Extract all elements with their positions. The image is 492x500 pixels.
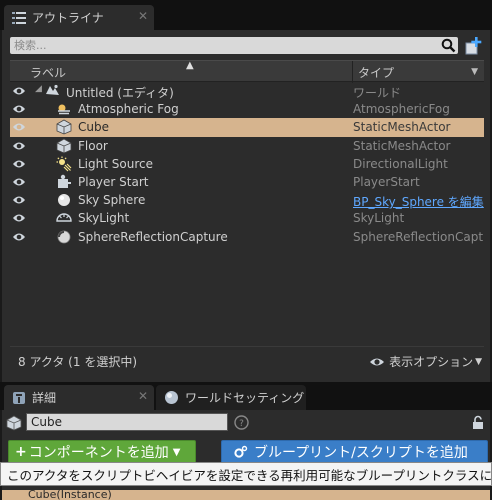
add-actor-icon[interactable] <box>464 36 484 56</box>
visibility-eye-icon[interactable] <box>12 194 26 206</box>
outliner-footer: 8 アクタ (1 を選択中) 表示オプション ▼ <box>10 346 484 372</box>
static-mesh-icon <box>56 119 72 135</box>
view-options-button[interactable]: 表示オプション ▼ <box>369 353 482 370</box>
add-component-label: コンポーネントを追加 <box>28 445 169 461</box>
add-blueprint-button[interactable]: ブループリント/スクリプトを追加 <box>221 440 488 464</box>
search-input[interactable] <box>14 37 434 54</box>
add-blueprint-label: ブループリント/スクリプトを追加 <box>254 445 468 461</box>
globe-icon <box>165 391 178 404</box>
tab-outliner[interactable]: アウトライナ ✕ <box>4 5 154 30</box>
column-type-header[interactable]: タイプ <box>358 64 394 81</box>
outliner-row-type: SkyLight <box>353 211 405 226</box>
tab-outliner-label: アウトライナ <box>32 11 104 25</box>
search-icon[interactable] <box>441 38 456 53</box>
outliner-row-name: Atmospheric Fog <box>78 102 179 117</box>
component-tree-item[interactable]: Cube(Instance) <box>2 490 490 500</box>
outliner-tree: ◢ Untitled (エディタ) ワールド Atmospheric Fog Atmos… <box>10 82 484 246</box>
outliner-row-type: StaticMeshActor <box>353 138 451 153</box>
directional-light-icon <box>56 156 72 172</box>
skylight-icon <box>56 213 72 223</box>
outliner-row[interactable]: Light Source DirectionalLight <box>10 155 484 173</box>
tab-details-label: 詳細 <box>32 391 57 405</box>
outliner-row-name: SkyLight <box>78 211 130 226</box>
outliner-row-name: SphereReflectionCapture <box>78 229 228 244</box>
outliner-row-type: ワールド <box>353 86 402 100</box>
tab-world-settings-label: ワールドセッティング <box>185 391 305 405</box>
column-divider[interactable] <box>352 61 353 83</box>
chevron-down-icon: ▼ <box>475 356 482 367</box>
outliner-row[interactable]: Player Start PlayerStart <box>10 173 484 191</box>
gear-icon <box>234 445 248 458</box>
outliner-panel: ラベル ▲ タイプ ▼ ◢Untitled (エディタ)ワールドAtmosphe… <box>2 30 490 382</box>
visibility-eye-icon[interactable] <box>12 85 26 97</box>
tooltip: このアクタをスクリプトビヘイビアを設定できる再利用可能なブループリントクラスに変… <box>0 462 492 486</box>
outliner-list-icon <box>12 11 26 24</box>
tab-details[interactable]: 詳細 ✕ <box>4 385 154 410</box>
visibility-eye-icon[interactable] <box>12 231 26 243</box>
svg-text:?: ? <box>239 419 244 429</box>
player-start-icon <box>58 174 71 188</box>
add-component-button[interactable]: + コンポーネントを追加 ▼ <box>8 440 196 464</box>
outliner-row-name: Player Start <box>78 174 149 189</box>
visibility-eye-icon[interactable] <box>12 158 26 170</box>
static-mesh-icon <box>6 415 22 431</box>
plus-icon: + <box>15 444 27 460</box>
actor-count: 8 アクタ (1 を選択中) <box>18 355 137 369</box>
outliner-row-name: Cube <box>78 120 109 135</box>
outliner-row[interactable]: Atmospheric Fog AtmosphericFog <box>10 100 484 118</box>
outliner-row-type: StaticMeshActor <box>353 120 451 135</box>
outliner-row-name: Untitled (エディタ) <box>66 86 174 100</box>
actor-name-row: ? <box>2 412 490 434</box>
fog-icon <box>58 104 70 115</box>
outliner-row-type: DirectionalLight <box>353 156 448 171</box>
details-icon <box>13 391 25 404</box>
outliner-row[interactable]: Floor StaticMeshActor <box>10 137 484 155</box>
details-panel: ? + コンポーネントを追加 ▼ ブループリント/スクリプトを追加 Cube(I… <box>2 410 490 500</box>
tooltip-text: このアクタをスクリプトビヘイビアを設定できる再利用可能なブループリントクラスに変… <box>7 467 492 483</box>
outliner-row[interactable]: Sky Sphere BP_Sky_Sphere を編集 <box>10 191 484 209</box>
outliner-row[interactable]: ◢ Untitled (エディタ) ワールド <box>10 82 484 100</box>
tree-expander-icon[interactable]: ◢ <box>35 84 42 94</box>
visibility-eye-icon[interactable] <box>12 212 26 224</box>
reflection-capture-icon <box>57 230 71 243</box>
outliner-row[interactable]: SphereReflectionCapture SphereReflectionC… <box>10 228 484 246</box>
static-mesh-icon <box>56 138 72 153</box>
column-menu-icon[interactable]: ▼ <box>471 67 478 77</box>
edit-blueprint-link[interactable]: BP_Sky_Sphere を編集 <box>353 193 484 210</box>
visibility-eye-icon[interactable] <box>12 140 26 152</box>
close-icon[interactable]: ✕ <box>138 9 148 23</box>
outliner-column-header: ラベル ▲ タイプ ▼ <box>10 60 484 83</box>
close-icon[interactable]: ✕ <box>138 389 148 403</box>
column-label-header[interactable]: ラベル <box>30 64 66 81</box>
outliner-row-name: Light Source <box>78 156 153 171</box>
details-tab-bar: 詳細 ✕ ワールドセッティング <box>0 382 492 410</box>
visibility-eye-icon[interactable] <box>12 103 26 115</box>
sort-ascending-icon: ▲ <box>186 60 194 71</box>
outliner-row-type: PlayerStart <box>353 174 420 189</box>
view-options-label: 表示オプション <box>389 355 474 369</box>
outliner-row-type: SphereReflectionCapture <box>353 229 484 244</box>
eye-icon <box>370 358 385 365</box>
sphere-icon <box>58 194 70 207</box>
outliner-tab-bar: アウトライナ ✕ <box>0 0 492 30</box>
actor-name-input[interactable] <box>26 413 228 431</box>
component-instance-label: Cube(Instance) <box>28 490 112 500</box>
search-box <box>10 37 458 54</box>
outliner-row[interactable]: Cube StaticMeshActor <box>10 118 484 137</box>
visibility-eye-icon[interactable] <box>12 121 26 133</box>
outliner-row-type: AtmosphericFog <box>353 102 450 117</box>
outliner-row-name: Sky Sphere <box>78 193 146 208</box>
help-icon[interactable]: ? <box>234 415 249 430</box>
lock-icon[interactable] <box>472 415 484 430</box>
world-icon <box>46 84 59 95</box>
outliner-row-name: Floor <box>78 138 108 153</box>
tab-world-settings[interactable]: ワールドセッティング <box>156 385 306 410</box>
visibility-eye-icon[interactable] <box>12 176 26 188</box>
chevron-down-icon: ▼ <box>172 446 181 458</box>
outliner-row[interactable]: SkyLight SkyLight <box>10 209 484 227</box>
